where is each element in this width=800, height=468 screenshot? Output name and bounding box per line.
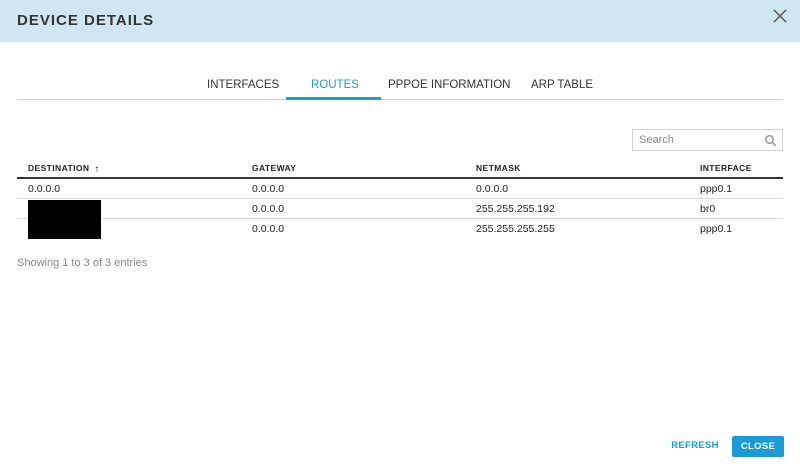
close-button[interactable]: CLOSE: [732, 436, 784, 457]
redaction-block: [28, 200, 101, 239]
table-row: 0.0.0.0 0.0.0.0 0.0.0.0 ppp0.1: [17, 179, 783, 199]
destination-cell: 0.0.0.0: [28, 183, 61, 195]
close-icon[interactable]: [770, 6, 790, 26]
refresh-button[interactable]: REFRESH: [666, 436, 724, 456]
interface-cell: ppp0.1: [700, 183, 733, 195]
gateway-cell: 0.0.0.0: [252, 203, 285, 215]
netmask-cell: 255.255.255.255: [476, 223, 555, 235]
table-row: 0.0.0.0 255.255.255.192 br0: [17, 199, 783, 219]
table-header: DESTINATION ↑ GATEWAY NETMASK INTERFACE: [17, 159, 783, 179]
tab-pppoe-information[interactable]: PPPOE INFORMATION: [388, 79, 510, 91]
column-header-interface[interactable]: INTERFACE: [700, 163, 752, 173]
entries-info: Showing 1 to 3 of 3 entries: [17, 257, 148, 269]
routes-table: DESTINATION ↑ GATEWAY NETMASK INTERFACE 0…: [17, 159, 783, 239]
column-header-destination[interactable]: DESTINATION ↑: [28, 163, 100, 175]
tab-routes[interactable]: ROUTES: [311, 79, 359, 91]
tabs-divider: [17, 99, 783, 100]
table-row: 0.0.0.0 255.255.255.255 ppp0.1: [17, 219, 783, 239]
column-header-netmask[interactable]: NETMASK: [476, 163, 521, 173]
gateway-cell: 0.0.0.0: [252, 223, 285, 235]
dialog-title: DEVICE DETAILS: [17, 12, 155, 29]
netmask-cell: 0.0.0.0: [476, 183, 509, 195]
search-input[interactable]: [633, 130, 758, 150]
column-header-label: DESTINATION: [28, 163, 90, 173]
interface-cell: ppp0.1: [700, 223, 733, 235]
gateway-cell: 0.0.0.0: [252, 183, 285, 195]
interface-cell: br0: [700, 203, 716, 215]
column-header-gateway[interactable]: GATEWAY: [252, 163, 296, 173]
tab-interfaces[interactable]: INTERFACES: [207, 79, 279, 91]
tab-arp-table[interactable]: ARP TABLE: [531, 79, 593, 91]
netmask-cell: 255.255.255.192: [476, 203, 555, 215]
dialog-header: DEVICE DETAILS: [0, 0, 800, 42]
active-tab-indicator: [286, 97, 381, 100]
search-icon[interactable]: [764, 134, 777, 147]
search-box: [632, 129, 783, 151]
sort-ascending-icon: ↑: [94, 164, 100, 175]
